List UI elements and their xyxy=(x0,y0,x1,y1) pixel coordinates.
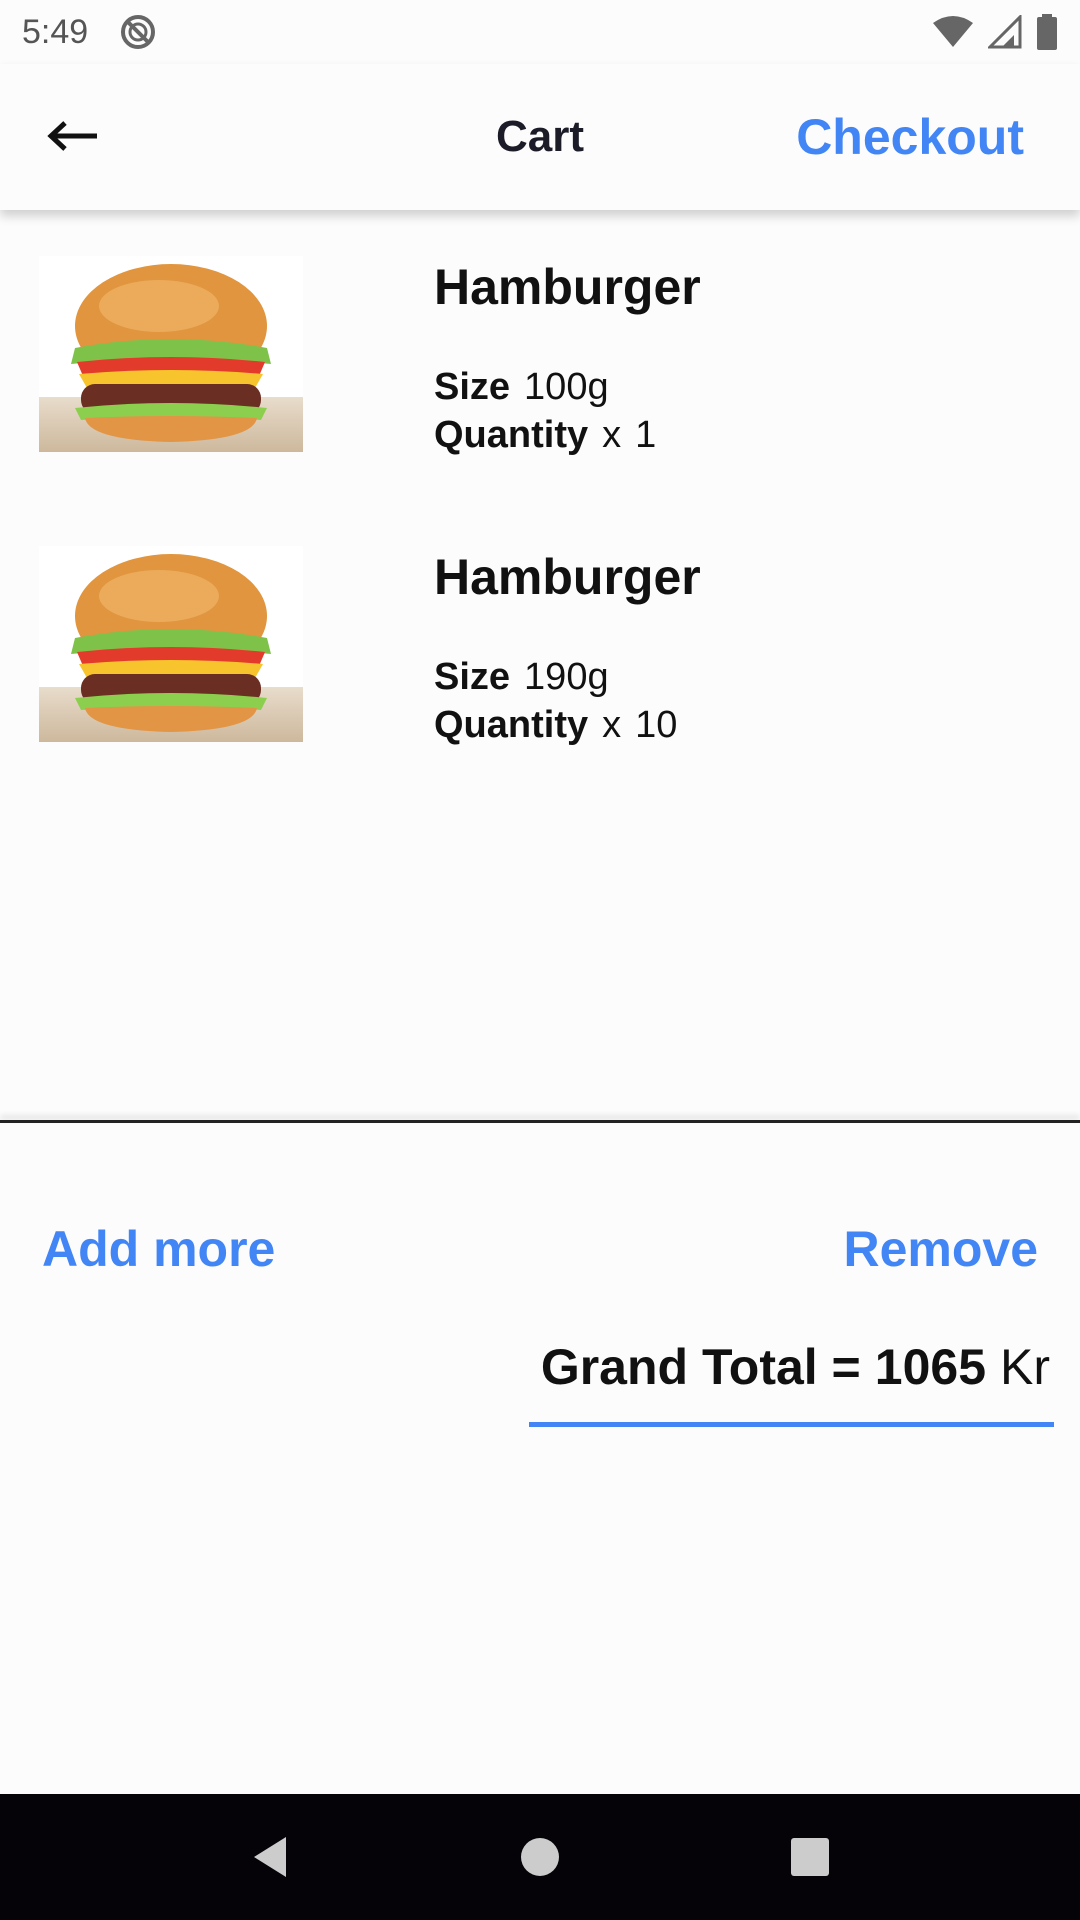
quantity-label: Quantity xyxy=(434,414,589,456)
wifi-icon xyxy=(933,16,973,47)
item-quantity: 10 xyxy=(635,704,678,746)
nav-recents-button[interactable] xyxy=(790,1837,830,1877)
item-quantity-line: Quantity x 1 xyxy=(434,411,656,459)
status-bar: 5:49 xyxy=(0,0,1080,64)
item-size: 100g xyxy=(524,366,609,408)
signal-icon xyxy=(988,15,1022,49)
cart-item[interactable]: Hamburger Size 100g Quantity x 1 xyxy=(0,228,1080,518)
item-size-line: Size 190g xyxy=(434,653,677,701)
grand-total: Grand Total = 1065 Kr xyxy=(541,1338,1050,1396)
item-details: Size 100g Quantity x 1 xyxy=(434,363,656,459)
cart-screen: 5:49 Cart Checkout Hamburger Size 100g Q… xyxy=(0,0,1080,1920)
item-name: Hamburger xyxy=(434,259,701,315)
system-nav-bar xyxy=(0,1794,1080,1920)
home-circle-icon xyxy=(521,1838,559,1876)
battery-icon xyxy=(1037,14,1057,50)
cart-list: Hamburger Size 100g Quantity x 1 Hamburg… xyxy=(0,228,1080,808)
app-bar: Cart Checkout xyxy=(0,64,1080,210)
status-time: 5:49 xyxy=(22,12,89,51)
status-icons xyxy=(932,14,1058,50)
quantity-prefix: x xyxy=(602,414,622,456)
grand-total-label: Grand Total = xyxy=(540,1339,861,1395)
nav-back-button[interactable] xyxy=(250,1835,290,1879)
quantity-label: Quantity xyxy=(434,704,589,746)
grand-total-currency: Kr xyxy=(1000,1339,1050,1395)
add-more-button[interactable]: Add more xyxy=(42,1220,275,1278)
grand-total-value: 1065 xyxy=(874,1339,986,1395)
remove-button[interactable]: Remove xyxy=(843,1220,1038,1278)
hamburger-image xyxy=(39,256,303,452)
item-size: 190g xyxy=(524,656,609,698)
item-size-line: Size 100g xyxy=(434,363,656,411)
grand-total-underline xyxy=(529,1422,1054,1427)
divider xyxy=(0,1120,1080,1123)
recents-square-icon xyxy=(791,1838,829,1876)
size-label: Size xyxy=(434,656,511,698)
back-triangle-icon xyxy=(254,1837,286,1877)
item-name: Hamburger xyxy=(434,549,701,605)
item-details: Size 190g Quantity x 10 xyxy=(434,653,677,749)
checkout-button[interactable]: Checkout xyxy=(796,108,1024,166)
item-quantity: 1 xyxy=(635,414,657,456)
do-not-disturb-icon xyxy=(121,15,156,49)
nav-home-button[interactable] xyxy=(520,1837,560,1877)
cart-item[interactable]: Hamburger Size 190g Quantity x 10 xyxy=(0,518,1080,808)
item-quantity-line: Quantity x 10 xyxy=(434,701,677,749)
quantity-prefix: x xyxy=(602,704,622,746)
hamburger-image xyxy=(39,546,303,742)
size-label: Size xyxy=(434,366,511,408)
